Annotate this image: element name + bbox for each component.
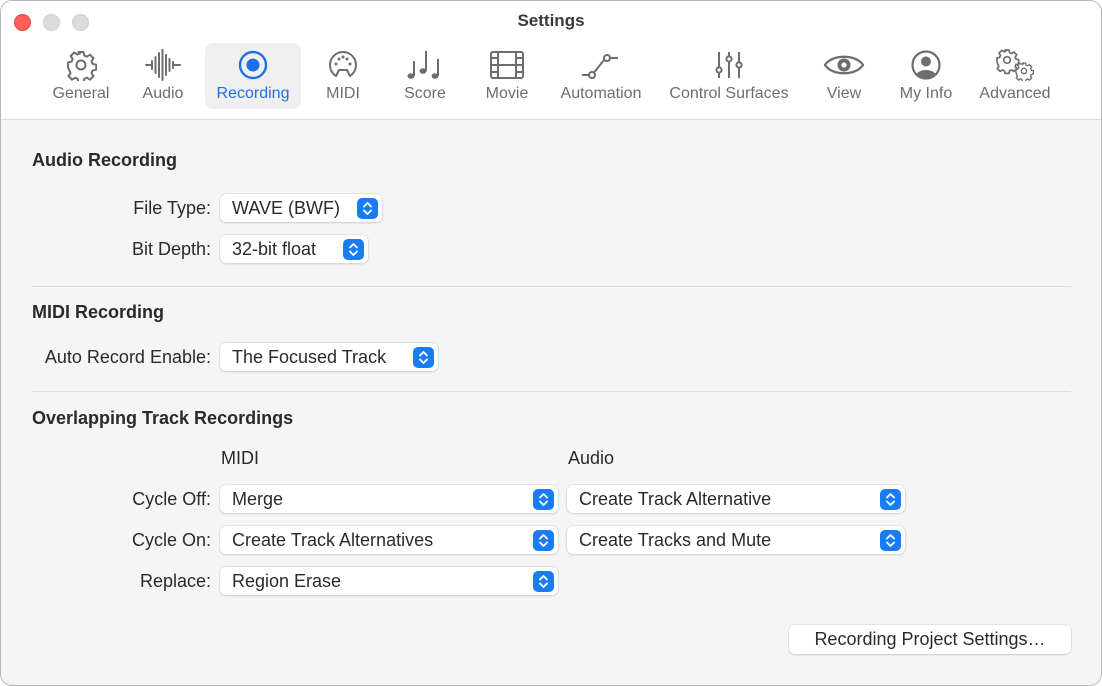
sliders-icon bbox=[713, 47, 745, 83]
tab-audio[interactable]: Audio bbox=[131, 43, 195, 109]
bit-depth-label: Bit Depth: bbox=[131, 239, 211, 259]
chevron-up-down-icon bbox=[533, 529, 554, 551]
chevron-up-down-icon bbox=[533, 488, 554, 510]
tab-label: Automation bbox=[560, 85, 642, 102]
tab-label: MIDI bbox=[326, 85, 360, 102]
audio-recording-heading: Audio Recording bbox=[32, 150, 177, 170]
eye-icon bbox=[823, 47, 865, 83]
chevron-up-down-icon bbox=[880, 488, 901, 510]
file-type-label: File Type: bbox=[133, 198, 211, 218]
recording-project-settings-button[interactable]: Recording Project Settings… bbox=[789, 625, 1071, 654]
chevron-up-down-icon bbox=[533, 570, 554, 592]
file-type-value: WAVE (BWF) bbox=[232, 197, 340, 218]
cycle-on-audio-popup[interactable]: Create Tracks and Mute bbox=[567, 526, 905, 554]
auto-record-enable-popup[interactable]: The Focused Track bbox=[220, 343, 438, 371]
midi-port-icon bbox=[327, 47, 359, 83]
tab-advanced[interactable]: Advanced bbox=[973, 43, 1057, 109]
auto-record-enable-value: The Focused Track bbox=[232, 346, 387, 367]
midi-column-header: MIDI bbox=[221, 448, 259, 468]
cycle-on-label: Cycle On: bbox=[131, 530, 211, 550]
replace-midi-value: Region Erase bbox=[232, 570, 342, 591]
tab-label: View bbox=[826, 85, 862, 102]
chevron-up-down-icon bbox=[880, 529, 901, 551]
tab-label: Advanced bbox=[979, 85, 1051, 102]
tab-automation[interactable]: Automation bbox=[555, 43, 647, 109]
waveform-icon bbox=[144, 47, 182, 83]
tab-label: Recording bbox=[216, 85, 290, 102]
cycle-off-audio-value: Create Track Alternative bbox=[579, 488, 772, 509]
tab-recording[interactable]: Recording bbox=[205, 43, 301, 109]
overlapping-recordings-heading: Overlapping Track Recordings bbox=[32, 408, 294, 428]
tab-label: Score bbox=[404, 85, 446, 102]
midi-recording-heading: MIDI Recording bbox=[32, 302, 165, 322]
settings-window: Settings General Audio Recording MIDI Sc… bbox=[0, 0, 1102, 686]
chevron-up-down-icon bbox=[357, 197, 378, 219]
tab-label: Control Surfaces bbox=[669, 85, 789, 102]
replace-midi-popup[interactable]: Region Erase bbox=[220, 567, 558, 595]
tab-movie[interactable]: Movie bbox=[479, 43, 535, 109]
bit-depth-popup[interactable]: 32-bit float bbox=[220, 235, 368, 263]
cycle-on-audio-value: Create Tracks and Mute bbox=[579, 529, 772, 550]
record-icon bbox=[237, 47, 269, 83]
music-notes-icon bbox=[406, 47, 444, 83]
audio-column-header: Audio bbox=[568, 448, 615, 468]
tab-label: Audio bbox=[142, 85, 184, 102]
tab-label: My Info bbox=[899, 85, 953, 102]
toolbar: Settings General Audio Recording MIDI Sc… bbox=[1, 1, 1101, 120]
tab-view[interactable]: View bbox=[817, 43, 871, 109]
tab-midi[interactable]: MIDI bbox=[317, 43, 369, 109]
file-type-popup[interactable]: WAVE (BWF) bbox=[220, 194, 382, 222]
gears-icon bbox=[995, 47, 1035, 83]
cycle-off-midi-value: Merge bbox=[232, 488, 284, 509]
tab-my-info[interactable]: My Info bbox=[893, 43, 959, 109]
section-divider bbox=[32, 286, 1071, 287]
film-icon bbox=[489, 47, 525, 83]
gear-icon bbox=[65, 47, 97, 83]
replace-label: Replace: bbox=[139, 571, 211, 591]
person-icon bbox=[910, 47, 942, 83]
chevron-up-down-icon bbox=[343, 238, 364, 260]
tab-label: Movie bbox=[485, 85, 529, 102]
cycle-off-audio-popup[interactable]: Create Track Alternative bbox=[567, 485, 905, 513]
auto-record-enable-label: Auto Record Enable: bbox=[44, 347, 211, 367]
cycle-on-midi-popup[interactable]: Create Track Alternatives bbox=[220, 526, 558, 554]
tab-control-surfaces[interactable]: Control Surfaces bbox=[661, 43, 797, 109]
cycle-off-midi-popup[interactable]: Merge bbox=[220, 485, 558, 513]
tab-label: General bbox=[52, 85, 110, 102]
chevron-up-down-icon bbox=[413, 346, 434, 368]
cycle-on-midi-value: Create Track Alternatives bbox=[232, 529, 434, 550]
automation-curve-icon bbox=[580, 47, 622, 83]
section-divider bbox=[32, 391, 1071, 392]
tab-score[interactable]: Score bbox=[397, 43, 453, 109]
bit-depth-value: 32-bit float bbox=[232, 238, 317, 259]
window-title: Settings bbox=[517, 11, 585, 30]
tab-general[interactable]: General bbox=[47, 43, 115, 109]
cycle-off-label: Cycle Off: bbox=[132, 489, 211, 509]
